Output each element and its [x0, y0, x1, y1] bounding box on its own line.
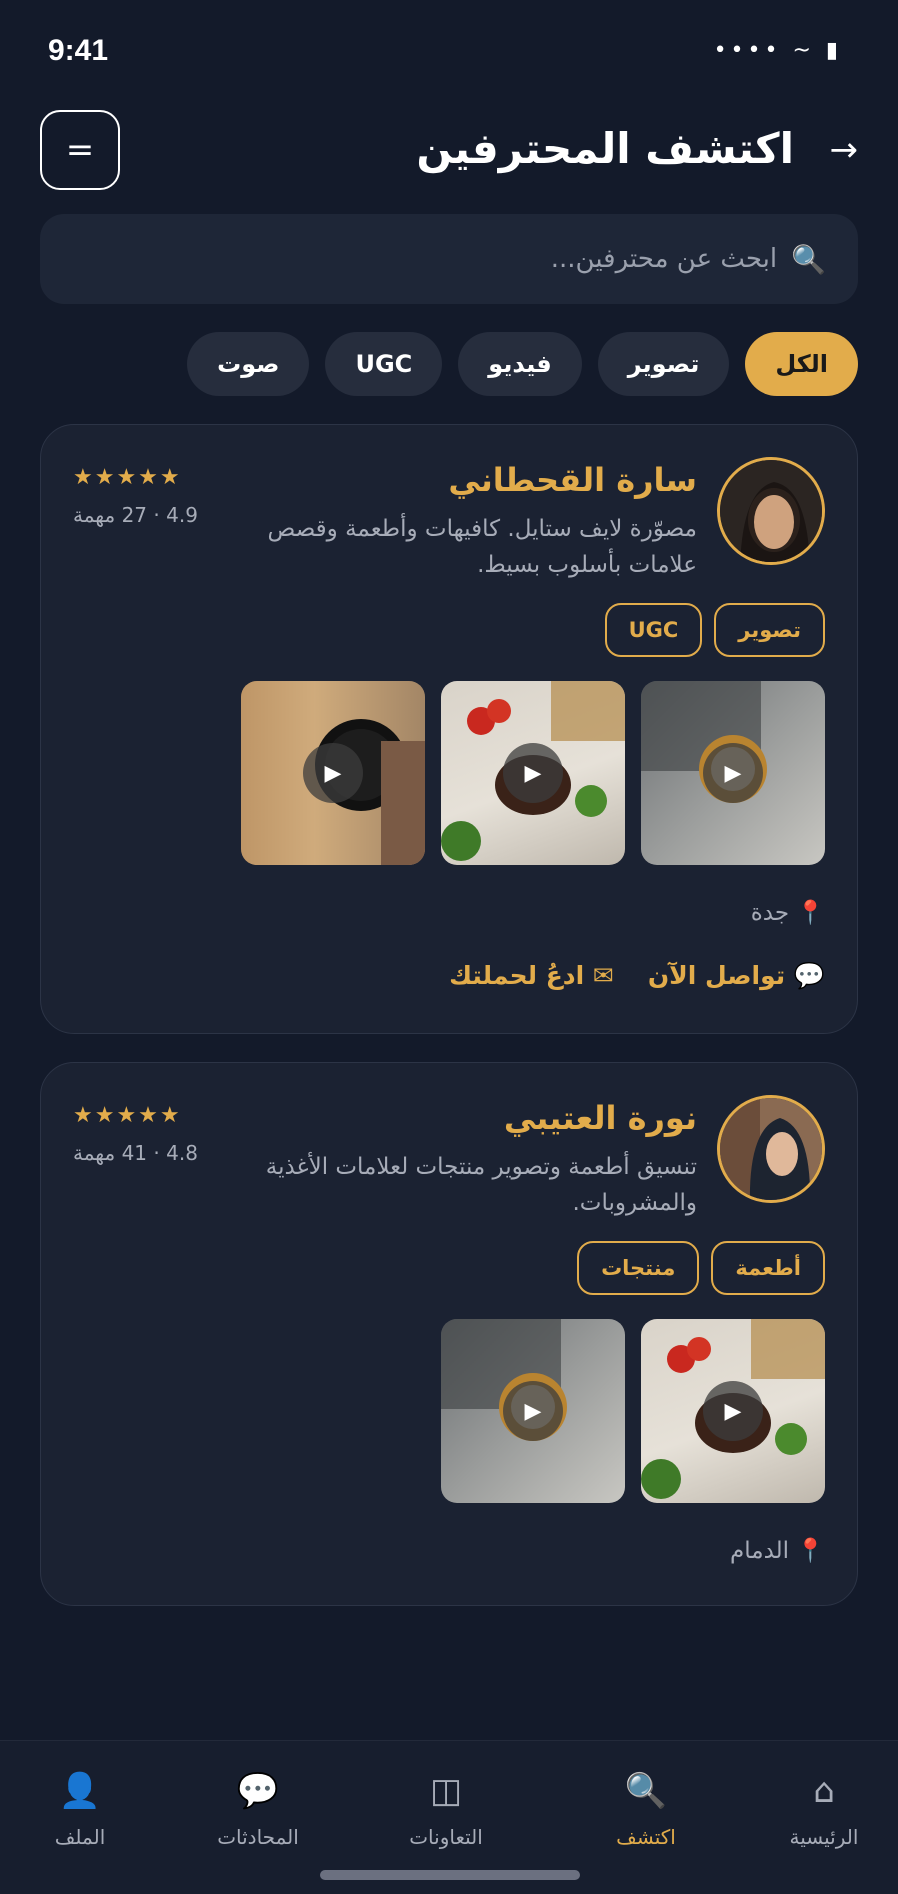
nav-item-collaborations[interactable]: ◫ التعاونات: [376, 1771, 516, 1849]
tag[interactable]: UGC: [604, 603, 703, 657]
play-icon: ▶: [503, 743, 563, 803]
search-icon: 🔍: [791, 242, 826, 276]
tag[interactable]: أطعمة: [711, 1241, 825, 1295]
rating-text: 4.8 · 41 مهمة: [73, 1141, 198, 1165]
filter-chip-video[interactable]: فيديو: [458, 332, 582, 396]
portfolio-thumbnails: ▶ ▶ ▶: [241, 681, 825, 865]
filter-chip-all[interactable]: الكل: [745, 332, 858, 396]
home-indicator: [320, 1870, 580, 1880]
filter-chip-ugc[interactable]: UGC: [325, 332, 443, 396]
portfolio-thumbnails: ▶ ▶: [441, 1319, 825, 1503]
avatar-image: [720, 1098, 822, 1200]
search-bar[interactable]: 🔍: [40, 214, 858, 304]
creator-card[interactable]: سارة القحطاني مصوّرة لايف ستايل. كافيهات…: [40, 424, 858, 1034]
contact-now-button[interactable]: 💬 تواصل الآن: [648, 961, 825, 991]
portfolio-video-thumbnail[interactable]: ▶: [441, 1319, 625, 1503]
creator-tags: أطعمة منتجات: [577, 1241, 825, 1295]
header: = اكتشف المحترفين →: [0, 110, 898, 190]
profile-icon: 👤: [58, 1771, 102, 1811]
creator-card[interactable]: نورة العتيبي تنسيق أطعمة وتصوير منتجات ل…: [40, 1062, 858, 1606]
invite-to-campaign-button[interactable]: ✉ ادعُ لحملتك: [449, 961, 614, 991]
portfolio-video-thumbnail[interactable]: ▶: [441, 681, 625, 865]
menu-button[interactable]: =: [40, 110, 120, 190]
home-icon: ⌂: [813, 1771, 835, 1811]
creator-name: سارة القحطاني: [448, 461, 697, 499]
menu-icon: =: [65, 130, 95, 170]
nav-item-chats[interactable]: 💬 المحادثات: [188, 1771, 328, 1849]
nav-label: التعاونات: [409, 1825, 483, 1849]
tag[interactable]: منتجات: [577, 1241, 700, 1295]
search-input[interactable]: [77, 244, 778, 274]
creator-tags: تصوير UGC: [604, 603, 825, 657]
filter-chips: الكل تصوير فيديو UGC صوت: [187, 332, 858, 396]
portfolio-video-thumbnail[interactable]: ▶: [641, 1319, 825, 1503]
location-text: 📍 جدة: [750, 900, 825, 926]
chat-icon: 💬: [236, 1771, 280, 1811]
portfolio-video-thumbnail[interactable]: ▶: [241, 681, 425, 865]
tag[interactable]: تصوير: [714, 603, 825, 657]
creator-bio: تنسيق أطعمة وتصوير منتجات لعلامات الأغذي…: [265, 1154, 697, 1216]
avatar[interactable]: [717, 457, 825, 565]
rating-text: 4.9 · 27 مهمة: [73, 503, 198, 527]
nav-label: الرئيسية: [789, 1825, 859, 1849]
play-icon: ▶: [703, 1381, 763, 1441]
nav-label: الملف: [54, 1825, 106, 1849]
filter-chip-photography[interactable]: تصوير: [597, 332, 730, 396]
location-text: 📍 الدمام: [730, 1538, 825, 1564]
play-icon: ▶: [503, 1381, 563, 1441]
avatar-image: [720, 460, 822, 562]
play-icon: ▶: [303, 743, 363, 803]
star-rating: ★★★★★: [73, 465, 182, 490]
star-rating: ★★★★★: [73, 1103, 182, 1128]
creator-name: نورة العتيبي: [503, 1099, 697, 1137]
nav-label: المحادثات: [217, 1825, 299, 1849]
search-icon: 🔍: [624, 1771, 668, 1811]
portfolio-video-thumbnail[interactable]: ▶: [641, 681, 825, 865]
filter-chip-audio[interactable]: صوت: [187, 332, 310, 396]
creator-bio: مصوّرة لايف ستايل. كافيهات وأطعمة وقصص ع…: [267, 516, 697, 578]
page-title: اكتشف المحترفين: [416, 124, 794, 173]
status-bar: 9:41 •••• ~ ▮: [0, 0, 898, 100]
collaborations-icon: ◫: [429, 1771, 463, 1811]
card-actions: 💬 تواصل الآن ✉ ادعُ لحملتك: [449, 961, 825, 991]
nav-item-discover[interactable]: 🔍 اكتشف: [576, 1771, 716, 1849]
status-icons: •••• ~ ▮: [713, 38, 842, 63]
nav-label: اكتشف: [616, 1825, 676, 1849]
status-time: 9:41: [48, 34, 109, 67]
play-icon: ▶: [703, 743, 763, 803]
avatar[interactable]: [717, 1095, 825, 1203]
nav-item-home[interactable]: ⌂ الرئيسية: [754, 1771, 894, 1849]
nav-item-profile[interactable]: 👤 الملف: [10, 1771, 150, 1849]
back-arrow-icon[interactable]: →: [830, 130, 859, 170]
